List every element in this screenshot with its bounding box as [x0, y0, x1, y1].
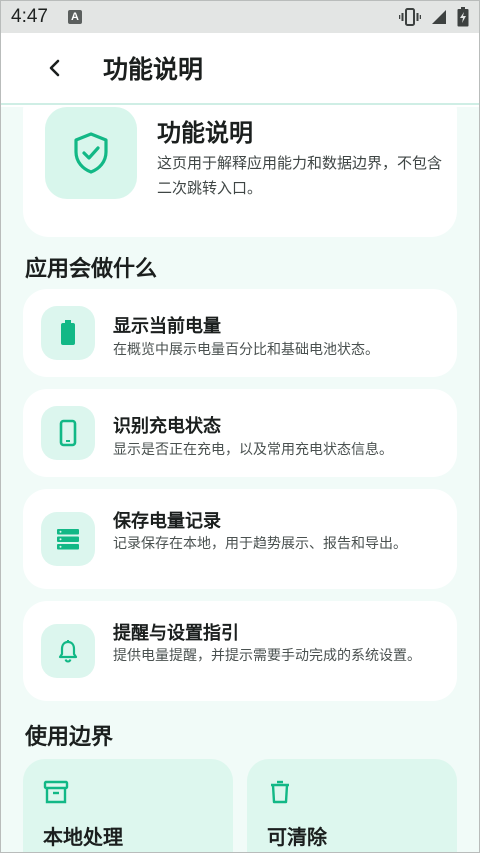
boundary-title: 可清除: [267, 825, 327, 849]
hero-title: 功能说明: [157, 119, 253, 147]
feature-card: 显示当前电量 在概览中展示电量百分比和基础电池状态。: [23, 289, 457, 377]
feature-title: 提醒与设置指引: [113, 623, 239, 644]
vibrate-icon: [399, 8, 421, 26]
section-title-features: 应用会做什么: [25, 257, 158, 282]
content-scroll[interactable]: 功能说明 这页用于解释应用能力和数据边界，不包含二次跳转入口。 应用会做什么 显…: [1, 107, 479, 852]
battery-icon: [61, 320, 75, 345]
phone-icon: [59, 419, 77, 447]
boundary-title: 本地处理: [43, 825, 123, 849]
battery-status-icon: [457, 7, 469, 27]
section-title-boundary: 使用边界: [25, 725, 114, 750]
status-time: 4:47: [11, 6, 48, 27]
feature-title: 保存电量记录: [113, 511, 221, 532]
page-title: 功能说明: [103, 55, 204, 84]
notification-icon: A: [67, 10, 82, 24]
storage-icon: [57, 529, 79, 550]
feature-icon-box: [41, 306, 95, 360]
shield-check-icon: [74, 132, 108, 174]
status-bar: 4:47 A: [1, 1, 479, 33]
feature-title: 识别充电状态: [113, 416, 221, 437]
hero-description: 这页用于解释应用能力和数据边界，不包含二次跳转入口。: [157, 154, 443, 197]
boundary-card-clearable: 可清除: [247, 759, 457, 852]
back-button[interactable]: [35, 48, 75, 88]
feature-icon-box: [41, 406, 95, 460]
hero-card: 功能说明 这页用于解释应用能力和数据边界，不包含二次跳转入口。: [23, 107, 457, 237]
app-bar: 功能说明: [1, 33, 479, 105]
archive-icon: [43, 780, 69, 804]
feature-description: 提供电量提醒，并提示需要手动完成的系统设置。: [113, 648, 421, 664]
signal-icon: [432, 10, 446, 24]
feature-icon-box: [41, 512, 95, 566]
feature-icon-box: [41, 624, 95, 678]
feature-card: 保存电量记录 记录保存在本地，用于趋势展示、报告和导出。: [23, 489, 457, 589]
status-icons: [399, 7, 469, 27]
trash-icon: [271, 780, 289, 804]
feature-description: 记录保存在本地，用于趋势展示、报告和导出。: [113, 536, 407, 552]
boundary-card-local: 本地处理: [23, 759, 233, 852]
bell-icon: [58, 640, 78, 663]
hero-icon-box: [45, 107, 137, 199]
chevron-left-icon: [49, 59, 60, 77]
feature-card: 识别充电状态 显示是否正在充电，以及常用充电状态信息。: [23, 389, 457, 477]
feature-description: 在概览中展示电量百分比和基础电池状态。: [113, 342, 379, 358]
feature-description: 显示是否正在充电，以及常用充电状态信息。: [113, 442, 393, 458]
feature-title: 显示当前电量: [113, 316, 221, 337]
feature-card: 提醒与设置指引 提供电量提醒，并提示需要手动完成的系统设置。: [23, 601, 457, 701]
